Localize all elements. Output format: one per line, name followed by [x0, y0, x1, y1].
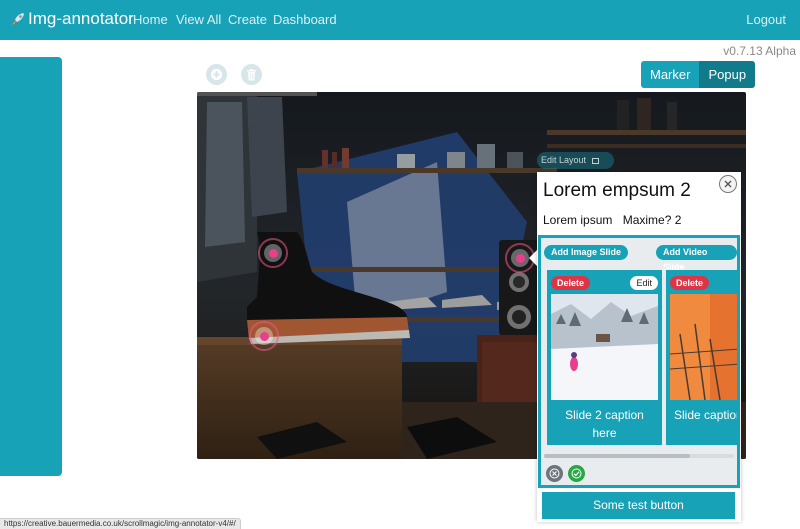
slide-thumbnail	[670, 294, 737, 400]
popup-arrow	[529, 250, 537, 266]
add-image-slide-button[interactable]: Add Image Slide	[544, 245, 629, 260]
marker-dot-icon	[268, 248, 278, 258]
sidebar-panel	[0, 57, 62, 476]
plus-circle-icon	[210, 68, 223, 81]
annotation-marker[interactable]	[249, 321, 279, 351]
popup-close-button[interactable]	[719, 175, 737, 193]
slide-delete-button[interactable]: Delete	[551, 276, 591, 290]
nav-link-home[interactable]: Home	[133, 12, 168, 27]
trash-icon	[247, 68, 256, 80]
logout-link[interactable]: Logout	[746, 12, 786, 27]
edit-layout-label: Edit Layout	[541, 155, 587, 165]
cancel-icon	[549, 468, 560, 479]
nav-link-view-all[interactable]: View All	[176, 12, 221, 27]
annotation-popup: Lorem empsum 2 Lorem ipsum Maxime? 2 Add…	[537, 172, 741, 522]
marker-mode-button[interactable]: Marker	[641, 61, 700, 88]
brand-link[interactable]: Img-annotator	[10, 9, 134, 29]
slide-caption: Slide caption	[674, 408, 740, 422]
gallery-scrollbar[interactable]	[544, 454, 690, 458]
popup-title: Lorem empsum 2	[543, 180, 691, 201]
status-bar-url: https://creative.bauermedia.co.uk/scroll…	[0, 518, 241, 529]
edit-layout-button[interactable]: Edit Layout	[537, 152, 614, 169]
nav-link-dashboard[interactable]: Dashboard	[273, 12, 337, 27]
test-button[interactable]: Some test button	[542, 492, 735, 519]
check-icon	[571, 468, 582, 479]
add-video-slide-button[interactable]: Add Video Slide	[656, 245, 737, 272]
popup-mode-button[interactable]: Popup	[699, 61, 756, 88]
delete-marker-button[interactable]	[241, 64, 262, 85]
rocket-icon	[10, 11, 26, 27]
slide-edit-button[interactable]: Edit	[630, 276, 658, 290]
cancel-circle-button[interactable]	[546, 465, 563, 482]
slide-caption: Slide 2 caption here	[565, 408, 644, 440]
slide-gallery: Add Image Slide Add Video Slide Delete E…	[538, 235, 740, 488]
add-marker-button[interactable]	[206, 64, 227, 85]
navbar: Img-annotator Home View All Create Dashb…	[0, 0, 800, 40]
annotation-marker[interactable]	[258, 238, 288, 268]
popup-text-maxime: Maxime? 2	[622, 213, 682, 227]
marker-dot-icon	[515, 253, 525, 263]
layout-icon	[591, 157, 599, 164]
nav-link-create[interactable]: Create	[228, 12, 267, 27]
version-label: v0.7.13 Alpha	[723, 44, 796, 58]
popup-text-lorem: Lorem ipsum	[543, 213, 613, 227]
confirm-circle-button[interactable]	[568, 465, 585, 482]
popup-description: Lorem ipsum Maxime? 2	[543, 213, 688, 227]
mode-toggle: Marker Popup	[641, 61, 756, 88]
close-icon	[724, 180, 732, 188]
marker-dot-icon	[259, 331, 269, 341]
slide-card[interactable]: Delete Slide caption	[666, 270, 740, 445]
brand-name: Img-annotator	[28, 9, 134, 28]
slide-delete-button[interactable]: Delete	[670, 276, 710, 290]
slide-card[interactable]: Delete Edit Slide 2 caption here	[547, 270, 662, 445]
slide-thumbnail	[551, 294, 658, 400]
